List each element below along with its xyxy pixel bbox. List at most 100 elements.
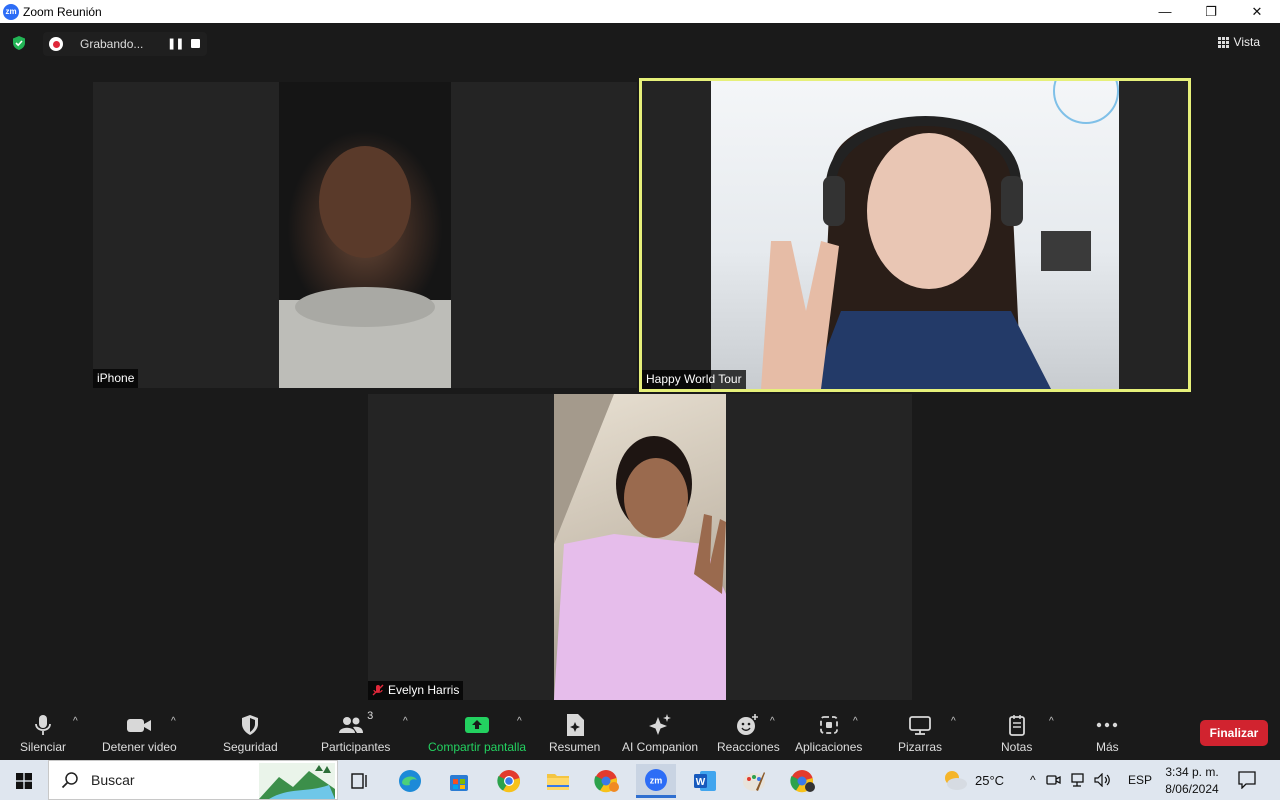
participant-name: Happy World Tour [646, 372, 742, 386]
file-explorer-button[interactable] [538, 764, 578, 798]
windows-taskbar: Buscar zm W 25°C ^ ESP 3:34 p. m. 8/06/2… [0, 760, 1280, 800]
stop-recording-icon[interactable] [191, 39, 200, 48]
folder-icon [547, 774, 569, 790]
chrome-browser-icon [497, 770, 521, 793]
apps-label: Aplicaciones [795, 740, 863, 754]
zoom-app-button[interactable]: zm [636, 764, 676, 798]
notification-speech-bubble-icon [1238, 771, 1256, 789]
svg-text:W: W [696, 777, 706, 788]
reactions-label: Reacciones [717, 740, 780, 754]
summary-label: Resumen [549, 740, 601, 754]
security-shield-icon [242, 715, 259, 735]
task-view-button[interactable] [340, 764, 380, 798]
mute-label: Silenciar [20, 740, 67, 754]
volume-icon[interactable] [1094, 773, 1112, 787]
network-icon[interactable] [1070, 773, 1088, 787]
share-screen-label: Compartir pantalla [428, 740, 527, 754]
microphone-icon [35, 715, 51, 735]
whiteboards-button[interactable]: Pizarras [898, 712, 942, 754]
window-title: Zoom Reunión [23, 4, 102, 19]
paint-app-button[interactable] [734, 764, 774, 798]
video-tile-evelyn-harris[interactable]: Evelyn Harris [368, 394, 912, 700]
clock-date: 8/06/2024 [1165, 781, 1219, 796]
show-hidden-icons-chevron-icon[interactable]: ^ [1030, 773, 1036, 787]
whiteboards-options-chevron-icon[interactable]: ^ [951, 716, 956, 727]
participant-silhouette [761, 81, 1119, 389]
video-tile-happy-world-tour[interactable]: Happy World Tour [642, 81, 1188, 389]
zoom-logo-icon: zm [3, 3, 19, 20]
video-camera-icon [127, 719, 152, 732]
taskbar-search-box[interactable]: Buscar [48, 760, 338, 800]
end-meeting-button[interactable]: Finalizar [1200, 720, 1268, 746]
participants-options-chevron-icon[interactable]: ^ [403, 716, 408, 727]
share-options-chevron-icon[interactable]: ^ [517, 716, 522, 727]
notes-icon [1008, 715, 1025, 736]
participant-video [279, 82, 451, 388]
reactions-options-chevron-icon[interactable]: ^ [770, 716, 775, 727]
more-button[interactable]: Más [1096, 712, 1119, 754]
start-button[interactable] [4, 764, 44, 798]
weather-partly-cloudy-icon [945, 771, 967, 790]
notes-button[interactable]: Notas [1001, 712, 1032, 754]
participant-name-tag: Happy World Tour [642, 370, 746, 389]
participant-silhouette [279, 146, 451, 388]
grid-view-icon [1217, 36, 1229, 48]
notifications-button[interactable] [1238, 760, 1256, 800]
video-tile-iphone[interactable]: iPhone [93, 82, 637, 388]
windows-logo-icon [16, 773, 32, 789]
clock-time: 3:34 p. m. [1165, 764, 1219, 779]
meet-now-icon[interactable] [1045, 773, 1062, 787]
paint-palette-icon [743, 772, 765, 791]
whiteboards-label: Pizarras [898, 740, 943, 754]
whiteboard-icon [909, 716, 931, 735]
participants-label: Participantes [321, 740, 391, 754]
weather-widget[interactable]: 25°C [942, 760, 1004, 800]
restore-button[interactable]: ❐ [1188, 0, 1234, 23]
pause-recording-icon[interactable]: ❚❚ [167, 37, 184, 50]
system-tray-icons: ^ [1030, 760, 1112, 800]
summary-button[interactable]: Resumen [549, 712, 600, 754]
zoom-app-icon: zm [645, 768, 667, 791]
record-dot-icon [49, 37, 63, 51]
security-button[interactable]: Seguridad [223, 712, 278, 754]
apps-options-chevron-icon[interactable]: ^ [853, 716, 858, 727]
chrome-app-button[interactable] [489, 764, 529, 798]
view-button[interactable]: Vista [1217, 35, 1260, 49]
window-titlebar: zm Zoom Reunión — ❐ ✕ [0, 0, 1280, 23]
participants-button[interactable]: 3 Participantes [321, 710, 391, 754]
chrome-profile-app-button[interactable] [587, 764, 627, 798]
notes-options-chevron-icon[interactable]: ^ [1049, 716, 1054, 727]
temperature-label: 25°C [975, 772, 1005, 788]
participants-count: 3 [367, 710, 374, 722]
mute-button[interactable]: Silenciar [20, 712, 66, 754]
more-label: Más [1096, 740, 1119, 754]
word-app-button[interactable]: W [685, 764, 725, 798]
minimize-button[interactable]: — [1142, 0, 1188, 23]
participant-video [554, 394, 726, 700]
chrome-profile-icon [594, 770, 619, 793]
stop-video-button[interactable]: Detener video [102, 712, 177, 754]
encryption-shield-icon[interactable] [11, 35, 27, 51]
recording-indicator: Grabando... ❚❚ [43, 32, 207, 56]
recording-label: Grabando... [80, 37, 144, 51]
microsoft-store-icon [450, 775, 468, 791]
close-button[interactable]: ✕ [1234, 0, 1280, 23]
search-highlight-landscape-icon [259, 763, 335, 799]
ai-companion-button[interactable]: AI Companion [622, 712, 698, 754]
edge-app-button[interactable] [390, 764, 430, 798]
muted-mic-icon [372, 684, 384, 696]
language-indicator[interactable]: ESP [1128, 760, 1152, 800]
participant-name-tag: iPhone [93, 369, 139, 388]
view-label: Vista [1233, 35, 1260, 49]
store-app-button[interactable] [439, 764, 479, 798]
chrome-secondary-app-button[interactable] [783, 764, 823, 798]
participant-name-tag: Evelyn Harris [368, 681, 464, 700]
chrome-secondary-icon [790, 770, 815, 793]
share-screen-button[interactable]: Compartir pantalla [428, 712, 526, 754]
clock[interactable]: 3:34 p. m. 8/06/2024 [1160, 760, 1224, 800]
video-options-chevron-icon[interactable]: ^ [171, 716, 176, 727]
edge-browser-icon [399, 770, 421, 792]
summary-icon [566, 714, 584, 736]
mute-options-chevron-icon[interactable]: ^ [73, 716, 78, 727]
ai-sparkle-icon [649, 714, 672, 735]
